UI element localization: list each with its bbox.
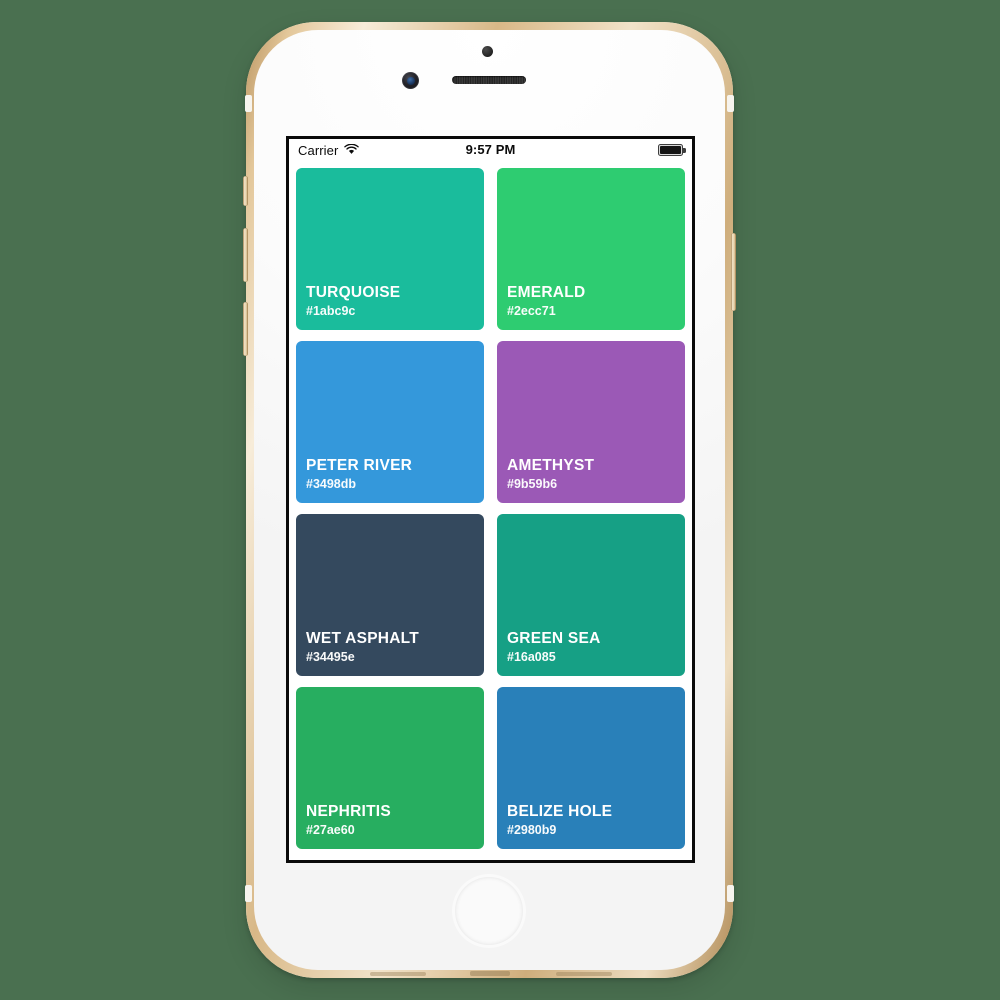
battery-fill: [660, 146, 681, 154]
color-swatch-name: AMETHYST: [507, 457, 595, 475]
proximity-sensor-icon: [482, 46, 493, 57]
color-swatch-name: BELIZE HOLE: [507, 803, 613, 821]
front-camera-icon: [402, 72, 419, 89]
silent-switch[interactable]: [243, 176, 248, 206]
color-swatch-name: GREEN SEA: [507, 630, 601, 648]
color-swatch-name: EMERALD: [507, 284, 586, 302]
color-swatch-name: TURQUOISE: [306, 284, 401, 302]
color-swatch-hex: #2ecc71: [507, 304, 556, 318]
color-swatch[interactable]: BELIZE HOLE #2980b9: [497, 687, 685, 849]
color-swatch[interactable]: EMERALD #2ecc71: [497, 168, 685, 330]
volume-down-button[interactable]: [243, 302, 248, 356]
antenna-band-bottom-left: [245, 885, 252, 902]
color-swatch[interactable]: PETER RIVER #3498db: [296, 341, 484, 503]
color-grid: TURQUOISE #1abc9c EMERALD #2ecc71 PETER RIVE…: [296, 168, 685, 860]
antenna-band-bottom-right: [727, 885, 734, 902]
home-button[interactable]: [452, 874, 526, 948]
color-grid-scroll-area[interactable]: TURQUOISE #1abc9c EMERALD #2ecc71 PETER RIVE…: [289, 161, 692, 860]
color-swatch[interactable]: TURQUOISE #1abc9c: [296, 168, 484, 330]
lightning-port: [470, 971, 510, 976]
earpiece-speaker-icon: [452, 76, 526, 84]
volume-up-button[interactable]: [243, 228, 248, 282]
antenna-band-top-right: [727, 95, 734, 112]
color-swatch-name: WET ASPHALT: [306, 630, 419, 648]
carrier-label: Carrier: [298, 142, 339, 158]
color-swatch-hex: #16a085: [507, 650, 556, 664]
status-bar-right: [658, 144, 686, 156]
color-swatch-hex: #3498db: [306, 477, 357, 491]
bottom-speaker-left: [370, 972, 426, 976]
power-button[interactable]: [731, 233, 736, 311]
wifi-icon: [344, 143, 360, 158]
color-swatch-name: NEPHRITIS: [306, 803, 391, 821]
color-swatch-hex: #9b59b6: [507, 477, 558, 491]
color-swatch[interactable]: AMETHYST #9b59b6: [497, 341, 685, 503]
color-swatch-hex: #1abc9c: [306, 304, 356, 318]
status-bar: Carrier 9:57 PM: [289, 139, 692, 161]
phone-screen: Carrier 9:57 PM TURQUOISE #1abc9c EMERALD #…: [286, 136, 695, 863]
color-swatch-hex: #2980b9: [507, 823, 557, 837]
color-swatch[interactable]: GREEN SEA #16a085: [497, 514, 685, 676]
color-swatch[interactable]: WET ASPHALT #34495e: [296, 514, 484, 676]
battery-icon: [658, 144, 686, 156]
antenna-band-top-left: [245, 95, 252, 112]
device-stage: Carrier 9:57 PM TURQUOISE #1abc9c EMERALD #…: [0, 0, 1000, 1000]
color-swatch-name: PETER RIVER: [306, 457, 413, 475]
bottom-speaker-right: [556, 972, 612, 976]
color-swatch[interactable]: NEPHRITIS #27ae60: [296, 687, 484, 849]
color-swatch-hex: #34495e: [306, 650, 355, 664]
status-bar-left: Carrier: [298, 142, 360, 158]
color-swatch-hex: #27ae60: [306, 823, 355, 837]
